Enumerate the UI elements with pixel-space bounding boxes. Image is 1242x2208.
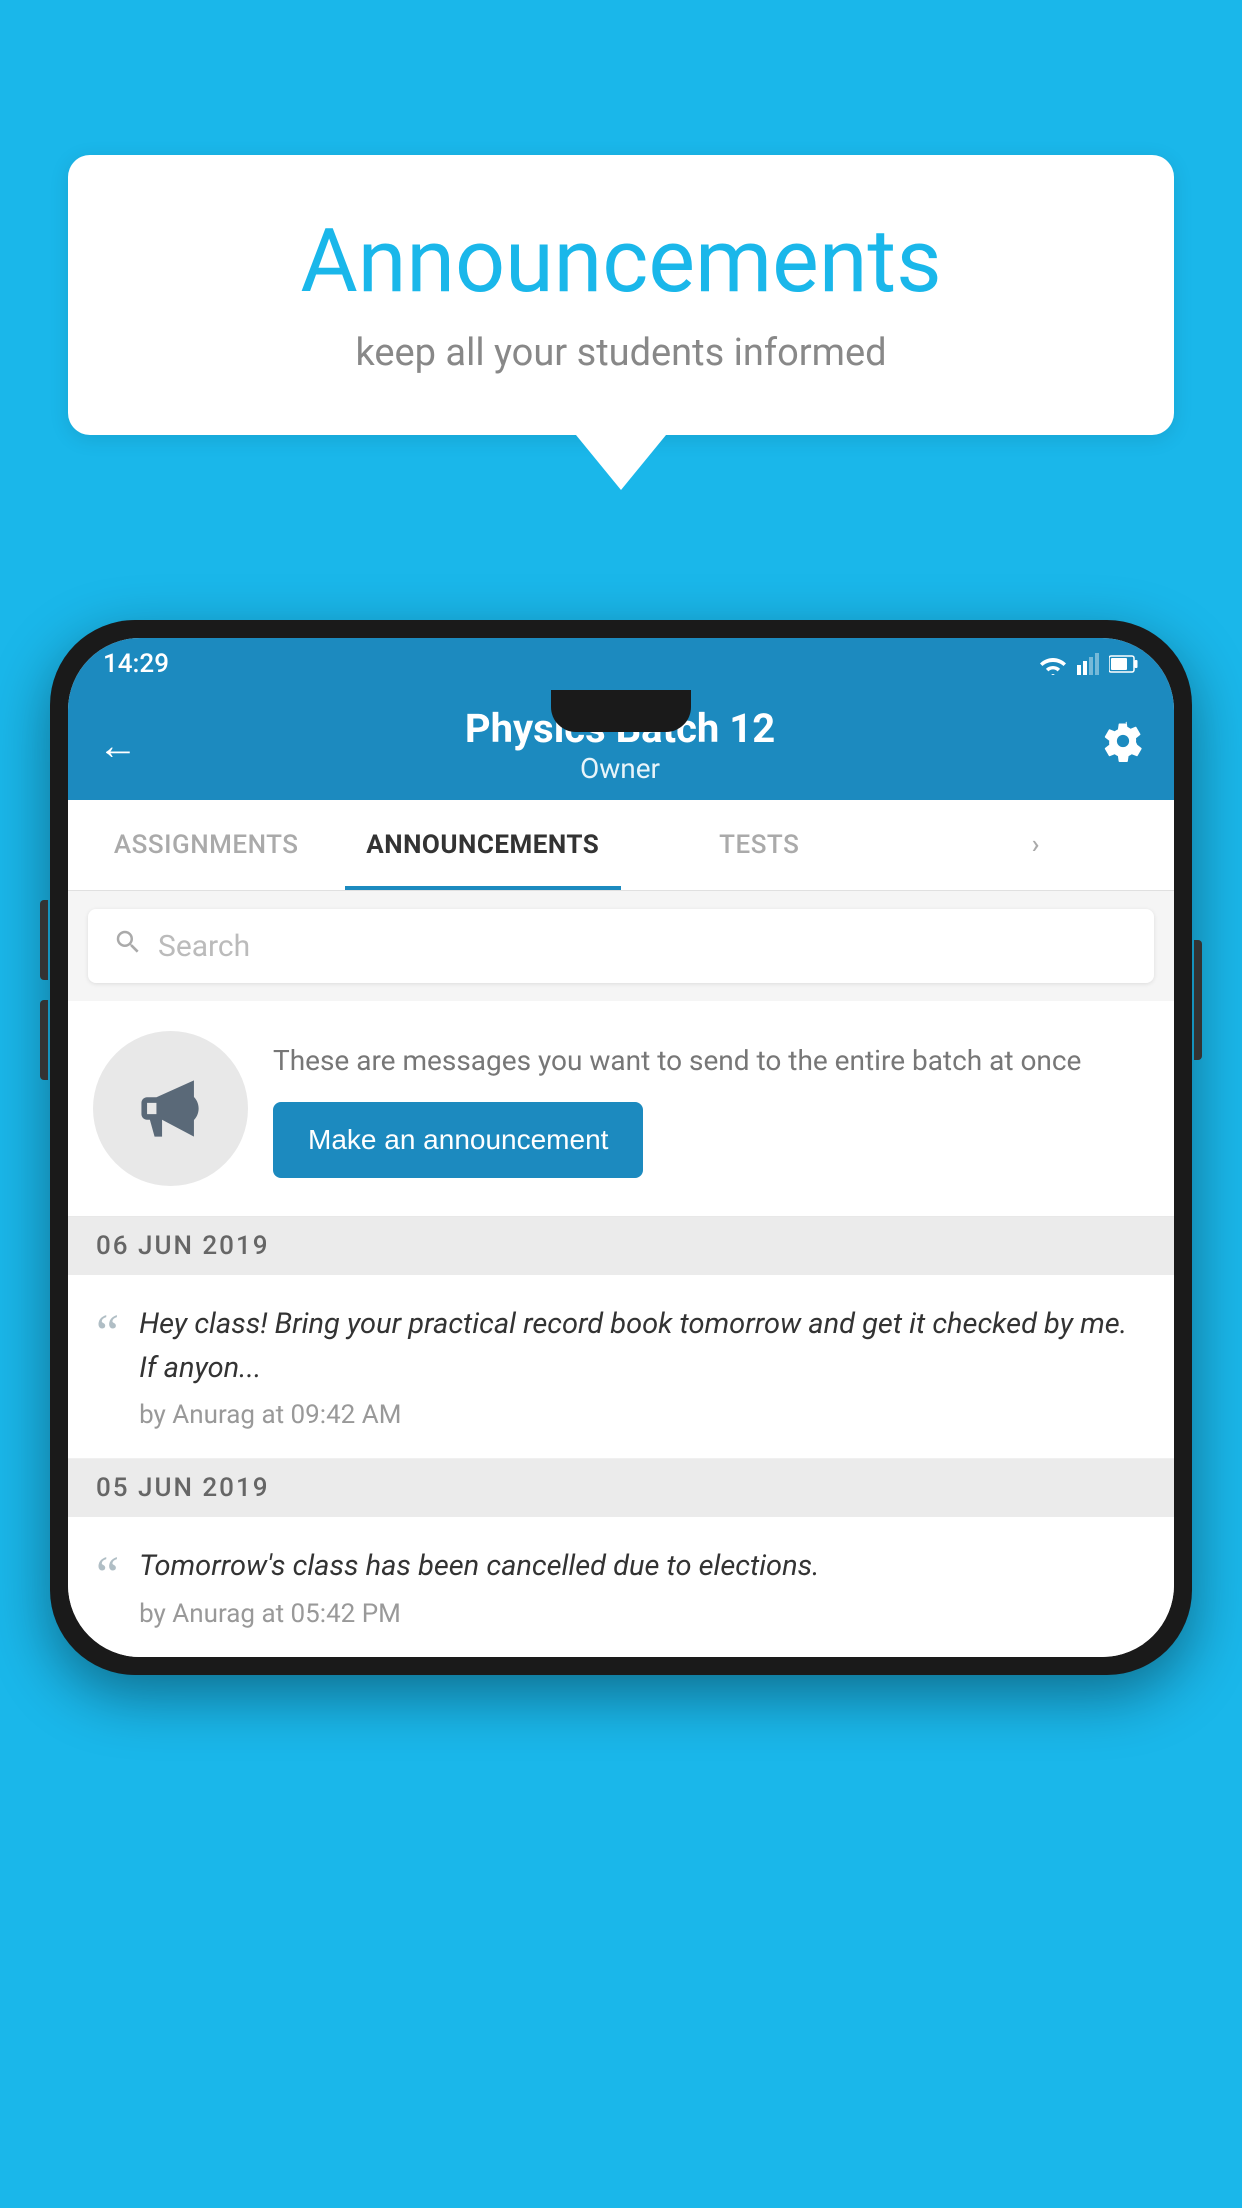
tab-more[interactable]: › (898, 800, 1175, 890)
search-box[interactable]: Search (88, 909, 1154, 983)
announcement-meta-2: by Anurag at 05:42 PM (139, 1599, 1146, 1629)
date-separator-1: 06 JUN 2019 (68, 1217, 1174, 1275)
signal-icon (1077, 653, 1099, 675)
announcement-description: These are messages you want to send to t… (273, 1040, 1149, 1082)
phone-container: 14:29 (50, 620, 1192, 1675)
tab-assignments[interactable]: ASSIGNMENTS (68, 800, 345, 890)
search-icon (113, 927, 143, 965)
wifi-icon (1039, 653, 1067, 675)
announcement-text-block-2: Tomorrow's class has been cancelled due … (139, 1545, 1146, 1629)
side-button-power (1194, 940, 1202, 1060)
speech-bubble: Announcements keep all your students inf… (68, 155, 1174, 435)
status-icons (1039, 653, 1139, 675)
date-separator-2: 05 JUN 2019 (68, 1459, 1174, 1517)
announcement-text-block-1: Hey class! Bring your practical record b… (139, 1303, 1146, 1430)
side-button-volume-down (40, 1000, 48, 1080)
announcement-meta-1: by Anurag at 09:42 AM (139, 1400, 1146, 1430)
gear-icon (1102, 720, 1144, 762)
megaphone-icon (133, 1071, 208, 1146)
speech-bubble-container: Announcements keep all your students inf… (68, 155, 1174, 490)
notch (551, 690, 691, 732)
bubble-arrow (576, 435, 666, 490)
announcement-intro-right: These are messages you want to send to t… (273, 1040, 1149, 1178)
bubble-title: Announcements (128, 210, 1114, 313)
back-button[interactable]: ← (98, 722, 138, 769)
bubble-subtitle: keep all your students informed (128, 331, 1114, 375)
app-bar-subtitle: Owner (138, 752, 1102, 785)
quote-icon-1: “ (96, 1308, 119, 1360)
announcement-text-1: Hey class! Bring your practical record b… (139, 1303, 1146, 1390)
announcement-icon-circle (93, 1031, 248, 1186)
announcement-intro: These are messages you want to send to t… (68, 1001, 1174, 1217)
status-time: 14:29 (103, 649, 169, 679)
tab-announcements[interactable]: ANNOUNCEMENTS (345, 800, 622, 890)
search-placeholder: Search (158, 929, 250, 964)
quote-icon-2: “ (96, 1550, 119, 1602)
phone-screen: 14:29 (68, 638, 1174, 1657)
search-container: Search (68, 891, 1174, 1001)
magnifier-icon (113, 927, 143, 957)
side-button-volume-up (40, 900, 48, 980)
phone-frame: 14:29 (50, 620, 1192, 1675)
announcement-item-2[interactable]: “ Tomorrow's class has been cancelled du… (68, 1517, 1174, 1657)
announcement-item-1[interactable]: “ Hey class! Bring your practical record… (68, 1275, 1174, 1459)
announcement-text-2: Tomorrow's class has been cancelled due … (139, 1545, 1146, 1589)
make-announcement-button[interactable]: Make an announcement (273, 1102, 643, 1178)
settings-button[interactable] (1102, 720, 1144, 771)
tab-tests[interactable]: TESTS (621, 800, 898, 890)
battery-icon (1109, 655, 1139, 673)
tab-bar: ASSIGNMENTS ANNOUNCEMENTS TESTS › (68, 800, 1174, 891)
status-bar: 14:29 (68, 638, 1174, 690)
